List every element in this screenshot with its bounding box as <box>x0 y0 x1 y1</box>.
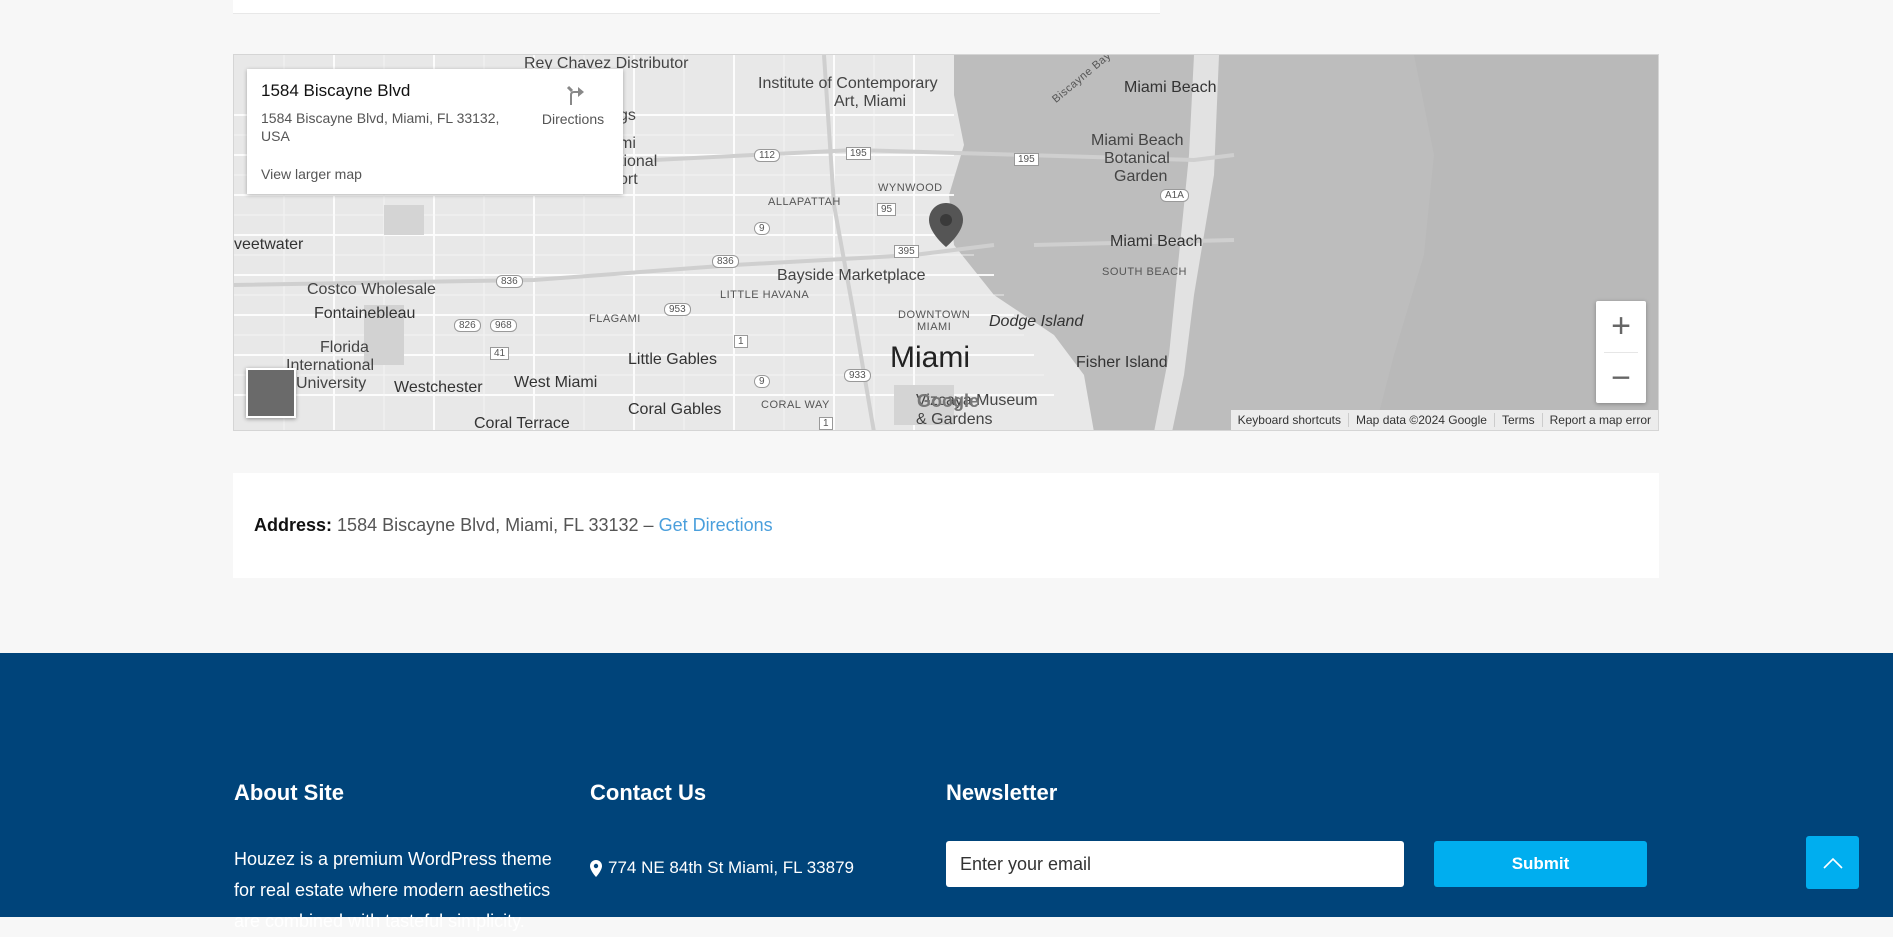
get-directions-link[interactable]: Get Directions <box>659 515 773 535</box>
info-address: 1584 Biscayne Blvd, Miami, FL 33132, USA <box>261 110 500 144</box>
map-label: Westchester <box>394 379 483 396</box>
route-shield: 1 <box>734 335 748 348</box>
chevron-up-icon <box>1822 857 1843 869</box>
site-footer: About Site Contact Us Newsletter Houzez … <box>0 653 1893 931</box>
map-label: Miami Beach <box>1110 233 1203 250</box>
zoom-in-button[interactable]: + <box>1596 301 1646 352</box>
newsletter-submit-button[interactable]: Submit <box>1434 841 1647 887</box>
route-shield: 968 <box>490 319 517 332</box>
route-shield: 836 <box>712 255 739 268</box>
route-shield: 826 <box>454 319 481 332</box>
view-larger-map-link[interactable]: View larger map <box>261 166 362 182</box>
map-label: & Gardens <box>916 411 993 428</box>
address-section: Address: 1584 Biscayne Blvd, Miami, FL 3… <box>233 473 1659 578</box>
zoom-controls: + − <box>1596 301 1646 403</box>
route-shield: 395 <box>894 245 919 258</box>
about-heading: About Site <box>234 780 344 805</box>
map-label: Florida <box>320 339 369 356</box>
newsletter-heading: Newsletter <box>946 780 1058 805</box>
address-label: Address: <box>254 515 333 535</box>
map-info-window: 1584 Biscayne Blvd 1584 Biscayne Blvd, M… <box>247 69 623 194</box>
keyboard-shortcuts-link[interactable]: Keyboard shortcuts <box>1231 413 1350 427</box>
map-label: MIAMI <box>917 321 952 333</box>
map-label: Garden <box>1114 168 1168 185</box>
route-shield: 953 <box>664 303 691 316</box>
contact-heading: Contact Us <box>590 780 707 805</box>
map-label: Art, Miami <box>834 93 906 110</box>
map-label: West Miami <box>514 374 598 391</box>
newsletter-email-input[interactable] <box>946 841 1404 887</box>
map-label: Miami Beach <box>1091 132 1184 149</box>
terms-link[interactable]: Terms <box>1495 413 1543 427</box>
map-label: SOUTH BEACH <box>1102 266 1187 278</box>
map-label: Bayside Marketplace <box>777 267 926 284</box>
map-label: Coral Gables <box>628 401 722 418</box>
map-label: veetwater <box>234 236 304 253</box>
route-shield: 112 <box>754 149 780 162</box>
route-shield: 195 <box>1014 153 1039 166</box>
contact-address-text: 774 NE 84th St Miami, FL 33879 <box>608 858 855 877</box>
route-shield: A1A <box>1160 189 1189 202</box>
zoom-out-button[interactable]: − <box>1596 353 1646 404</box>
map-label: ALLAPATTAH <box>768 196 841 208</box>
property-card-bottom <box>233 0 1160 14</box>
map-marker-icon <box>590 859 602 877</box>
map-label: DOWNTOWN <box>898 309 971 321</box>
map-label: Fisher Island <box>1076 354 1168 371</box>
map-label: LITTLE HAVANA <box>720 289 810 301</box>
route-shield: 95 <box>877 203 897 216</box>
google-logo: Google <box>917 391 979 411</box>
google-map[interactable]: Rey Chavez Distributor Institute of Cont… <box>233 54 1659 431</box>
map-label: Botanical <box>1104 150 1170 167</box>
map-label: tional <box>619 153 658 170</box>
back-to-top-button[interactable] <box>1806 836 1859 889</box>
directions-label: Directions <box>541 111 605 127</box>
route-shield: 9 <box>754 375 770 388</box>
address-value: 1584 Biscayne Blvd, Miami, FL 33132 – <box>337 515 654 535</box>
route-shield: 836 <box>496 275 523 288</box>
report-error-link[interactable]: Report a map error <box>1543 413 1658 427</box>
map-label: International <box>286 357 375 374</box>
map-label: Coral Terrace <box>474 415 570 431</box>
map-label: WYNWOOD <box>878 182 943 194</box>
map-label: CORAL WAY <box>761 399 830 411</box>
map-label: University <box>296 375 367 392</box>
about-text: Houzez is a premium WordPress theme for … <box>234 849 552 931</box>
map-label: Costco Wholesale <box>307 281 436 298</box>
directions-icon <box>566 85 584 105</box>
map-label: Miami Beach <box>1124 79 1217 96</box>
satellite-toggle[interactable] <box>246 368 296 418</box>
map-label: Institute of Contemporary <box>758 75 938 92</box>
map-attribution: Keyboard shortcuts Map data ©2024 Google… <box>1230 410 1658 430</box>
route-shield: 9 <box>754 222 770 235</box>
route-shield: 933 <box>844 369 871 382</box>
map-label: Miami <box>890 341 970 374</box>
route-shield: 41 <box>490 347 510 360</box>
map-label: Fontainebleau <box>314 305 416 322</box>
map-label: FLAGAMI <box>589 313 641 325</box>
route-shield: 195 <box>846 147 871 160</box>
contact-address: 774 NE 84th St Miami, FL 33879 <box>590 858 854 878</box>
map-label: Dodge Island <box>989 313 1084 330</box>
directions-button[interactable]: Directions <box>531 81 615 127</box>
map-data-text: Map data ©2024 Google <box>1349 413 1495 427</box>
address-line: Address: 1584 Biscayne Blvd, Miami, FL 3… <box>254 515 773 536</box>
map-label: Little Gables <box>628 351 717 368</box>
route-shield: 1 <box>819 417 833 430</box>
